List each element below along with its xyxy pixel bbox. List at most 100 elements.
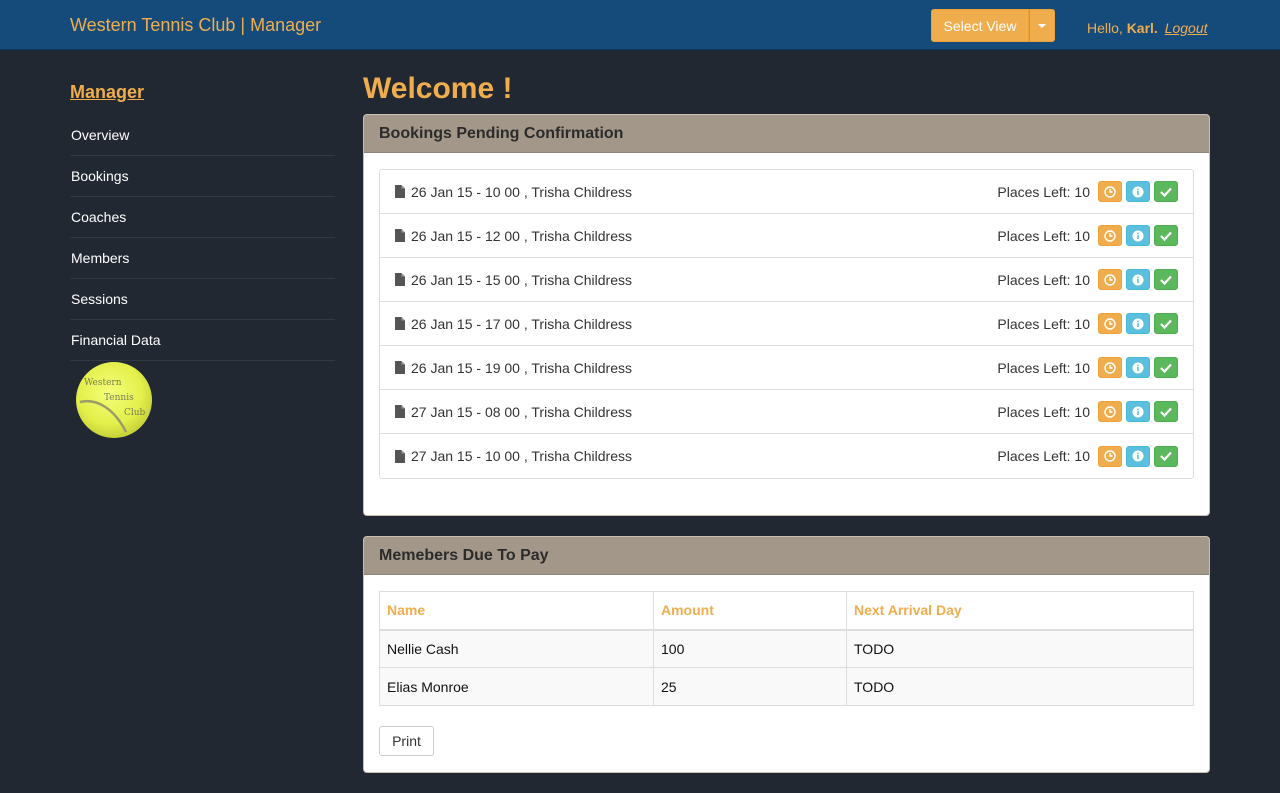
postpone-button[interactable]	[1098, 445, 1122, 467]
info-button[interactable]	[1126, 269, 1150, 290]
list-item: 26 Jan 15 - 19 00 , Trisha Childress Pla…	[380, 346, 1193, 390]
file-icon	[395, 361, 405, 374]
confirm-button[interactable]	[1154, 313, 1178, 334]
info-button[interactable]	[1126, 357, 1150, 378]
clock-icon	[1104, 450, 1116, 462]
confirm-button[interactable]	[1154, 225, 1178, 246]
info-icon	[1132, 450, 1144, 462]
print-button[interactable]: Print	[379, 726, 434, 756]
top-navbar: Western Tennis Club | Manager Select Vie…	[0, 0, 1280, 50]
places-left: Places Left: 10	[997, 315, 1090, 332]
select-view-button[interactable]: Select View	[931, 9, 1029, 42]
info-icon	[1132, 406, 1144, 417]
list-item: 27 Jan 15 - 08 00 , Trisha Childress Pla…	[380, 390, 1193, 434]
clock-icon	[1104, 185, 1116, 198]
sidebar-item-members[interactable]: Members	[70, 238, 335, 279]
sidebar-item-overview[interactable]: Overview	[70, 115, 335, 156]
logout-link[interactable]: Logout	[1165, 20, 1208, 36]
info-button[interactable]	[1126, 445, 1150, 467]
info-button[interactable]	[1126, 401, 1150, 422]
info-icon	[1132, 274, 1144, 285]
cell-name: Elias Monroe	[379, 667, 654, 706]
booking-text: 26 Jan 15 - 19 00 , Trisha Childress	[411, 359, 633, 376]
check-icon	[1160, 187, 1172, 197]
postpone-button[interactable]	[1098, 269, 1122, 290]
confirm-button[interactable]	[1154, 181, 1178, 202]
sidebar-item-coaches[interactable]: Coaches	[70, 197, 335, 238]
brand-title[interactable]: Western Tennis Club | Manager	[70, 15, 321, 36]
file-icon	[395, 317, 405, 330]
main-content: Welcome ! Bookings Pending Confirmation …	[363, 70, 1210, 793]
file-icon	[395, 273, 405, 286]
members-due-table: Name Amount Next Arrival Day Nellie Cash…	[379, 591, 1194, 706]
places-left: Places Left: 10	[997, 359, 1090, 376]
logo-text-tennis: Tennis	[104, 393, 134, 403]
cell-name: Nellie Cash	[379, 629, 654, 668]
info-icon	[1132, 318, 1144, 329]
list-item: 27 Jan 15 - 10 00 , Trisha Childress Pla…	[380, 434, 1193, 478]
confirm-button[interactable]	[1154, 357, 1178, 378]
user-name: Karl.	[1126, 20, 1158, 36]
logo-text-western: Western	[84, 378, 122, 388]
confirm-button[interactable]	[1154, 445, 1178, 467]
pending-bookings-list: 26 Jan 15 - 10 00 , Trisha Childress Pla…	[379, 169, 1194, 479]
caret-down-icon	[1038, 23, 1046, 28]
booking-text: 26 Jan 15 - 17 00 , Trisha Childress	[411, 315, 633, 332]
file-icon	[395, 185, 405, 198]
clock-icon	[1104, 361, 1116, 374]
table-row: Nellie Cash 100 TODO	[379, 629, 1194, 668]
cell-next-arrival: TODO	[846, 667, 1194, 706]
confirm-button[interactable]	[1154, 401, 1178, 422]
places-left: Places Left: 10	[997, 448, 1090, 464]
info-button[interactable]	[1126, 313, 1150, 334]
confirm-button[interactable]	[1154, 269, 1178, 290]
list-item: 26 Jan 15 - 10 00 , Trisha Childress Pla…	[380, 170, 1193, 214]
check-icon	[1160, 319, 1172, 329]
pending-bookings-heading: Bookings Pending Confirmation	[364, 115, 1209, 153]
cell-next-arrival: TODO	[846, 629, 1194, 668]
booking-text: 26 Jan 15 - 12 00 , Trisha Childress	[411, 227, 633, 244]
select-view-toggle[interactable]	[1029, 9, 1055, 42]
check-icon	[1160, 363, 1172, 373]
file-icon	[395, 405, 405, 418]
members-due-panel: Memebers Due To Pay Name Amount Next Arr…	[363, 536, 1210, 773]
booking-text: 27 Jan 15 - 10 00 , Trisha Childress	[411, 448, 633, 464]
postpone-button[interactable]	[1098, 181, 1122, 202]
members-due-heading: Memebers Due To Pay	[364, 537, 1209, 575]
sidebar: Manager Overview Bookings Coaches Member…	[70, 80, 335, 438]
postpone-button[interactable]	[1098, 225, 1122, 246]
column-header-next-arrival-day[interactable]: Next Arrival Day	[846, 591, 1194, 631]
file-icon	[395, 229, 405, 242]
postpone-button[interactable]	[1098, 401, 1122, 422]
clock-icon	[1104, 229, 1116, 242]
club-logo: Western Tennis Club	[76, 362, 152, 438]
booking-text: 26 Jan 15 - 10 00 , Trisha Childress	[411, 183, 633, 200]
cell-amount: 100	[653, 629, 847, 668]
sidebar-item-sessions[interactable]: Sessions	[70, 279, 335, 320]
check-icon	[1160, 451, 1172, 461]
info-button[interactable]	[1126, 181, 1150, 202]
logo-text-club: Club	[124, 408, 146, 418]
info-icon	[1132, 186, 1144, 197]
places-left: Places Left: 10	[997, 271, 1090, 288]
pending-bookings-panel: Bookings Pending Confirmation 26 Jan 15 …	[363, 114, 1210, 516]
info-button[interactable]	[1126, 225, 1150, 246]
sidebar-item-financial-data[interactable]: Financial Data	[70, 320, 335, 361]
table-row: Elias Monroe 25 TODO	[379, 667, 1194, 706]
sidebar-title[interactable]: Manager	[70, 82, 335, 103]
clock-icon	[1104, 405, 1116, 418]
postpone-button[interactable]	[1098, 357, 1122, 378]
places-left: Places Left: 10	[997, 403, 1090, 420]
column-header-name[interactable]: Name	[379, 591, 654, 631]
select-view-dropdown[interactable]: Select View	[931, 9, 1055, 42]
postpone-button[interactable]	[1098, 313, 1122, 334]
sidebar-item-bookings[interactable]: Bookings	[70, 156, 335, 197]
check-icon	[1160, 407, 1172, 417]
column-header-amount[interactable]: Amount	[653, 591, 847, 631]
list-item: 26 Jan 15 - 12 00 , Trisha Childress Pla…	[380, 214, 1193, 258]
places-left: Places Left: 10	[997, 227, 1090, 244]
info-icon	[1132, 362, 1144, 373]
check-icon	[1160, 231, 1172, 241]
clock-icon	[1104, 317, 1116, 330]
user-greeting: Hello, Karl. Logout	[1087, 20, 1208, 36]
